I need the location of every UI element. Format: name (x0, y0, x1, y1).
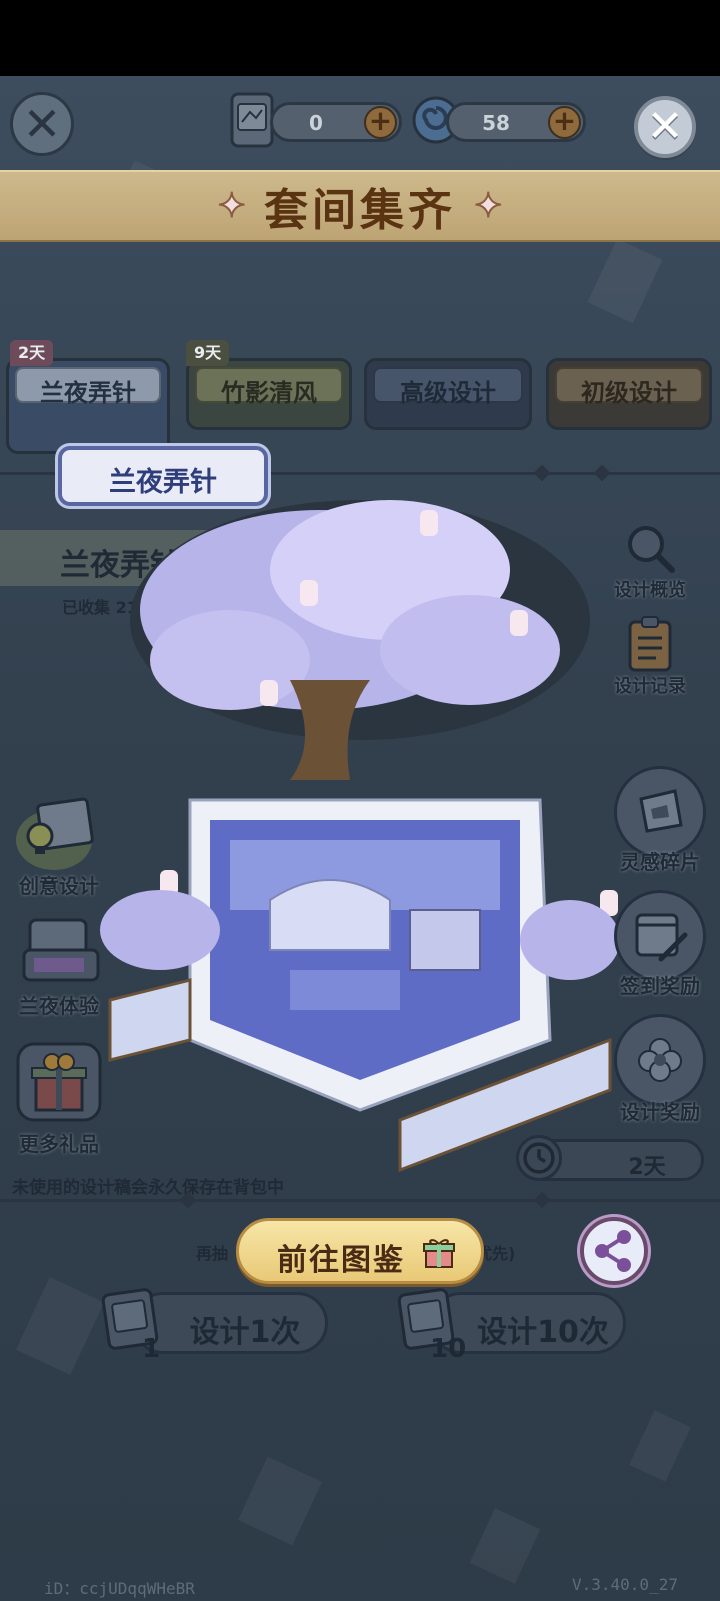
creative-design-button[interactable]: 创意设计 (14, 790, 104, 900)
tab-zhuying[interactable]: 竹影清风 (186, 358, 352, 430)
swirl-currency-count: 58 (482, 111, 510, 135)
checkin-reward-button[interactable] (614, 890, 706, 982)
close-dim-button[interactable]: ✕ (10, 92, 74, 156)
tab-label: 高级设计 (400, 379, 496, 407)
lanye-experience-button[interactable]: 兰夜体验 (14, 910, 104, 1020)
design-overview-label: 设计概览 (614, 580, 686, 601)
design-reward-label: 设计奖励 (620, 1100, 700, 1124)
design-ticket-counter: 0 + (270, 102, 402, 142)
tab-basic-design[interactable]: 初级设计 (546, 358, 712, 430)
add-ticket-button[interactable]: + (364, 106, 397, 139)
days-left-badge: 9天 (186, 340, 230, 366)
tab-label: 初级设计 (581, 379, 677, 407)
tab-lanye[interactable]: 兰夜弄针 (6, 358, 170, 454)
add-currency-button[interactable]: + (548, 106, 581, 139)
tab-advanced-design[interactable]: 高级设计 (364, 358, 532, 430)
checkin-reward-label: 签到奖励 (620, 974, 700, 998)
checkin-reward-label-wrap: 签到奖励 (620, 970, 700, 1000)
player-id: iD：ccjUDqqWHeBR (44, 1579, 195, 1598)
divider (0, 1199, 720, 1202)
scroll-icon (22, 918, 100, 982)
clock-icon (516, 1135, 562, 1181)
flower-icon (638, 1038, 682, 1082)
swirl-currency-counter: 58 + (446, 102, 586, 142)
close-icon: ✕ (646, 101, 684, 152)
design-overview-button[interactable]: 设计概览 (614, 520, 686, 610)
inspiration-fragments-label: 灵感碎片 (620, 850, 700, 874)
share-button[interactable] (580, 1217, 648, 1285)
more-gifts-button[interactable]: 更多礼品 (14, 1040, 104, 1156)
gift-icon (423, 1239, 455, 1268)
design-ticket-count: 0 (309, 111, 323, 135)
design-ten-label: 设计10次 (477, 1315, 609, 1350)
sparkle-icon: ✦ (217, 185, 247, 227)
more-gifts-label: 更多礼品 (19, 1132, 99, 1156)
complete-set-banner: ✦ 套间集齐 ✦ (0, 170, 720, 242)
design-reward-button[interactable] (614, 1014, 706, 1106)
room-illustration (100, 500, 620, 1173)
magnifier-icon (628, 526, 675, 573)
share-icon (595, 1230, 631, 1272)
close-button[interactable]: ✕ (634, 96, 696, 158)
creative-design-label: 创意设计 (19, 874, 99, 898)
design-once-label: 设计1次 (189, 1315, 301, 1350)
storage-note: 未使用的设计稿会永久保存在背包中 (12, 1178, 284, 1198)
calendar-pen-icon (635, 913, 688, 962)
fragment-icon (639, 789, 683, 833)
banner-title: 套间集齐 (264, 185, 456, 236)
status-bar (0, 0, 720, 76)
design-records-button[interactable]: 设计记录 (614, 614, 686, 704)
clipboard-icon (628, 616, 672, 672)
go-to-collection-label: 前往图鉴 (277, 1243, 405, 1278)
sparkle-icon: ✦ (473, 185, 503, 227)
go-to-collection-button[interactable]: 前往图鉴 (236, 1218, 484, 1284)
version-label: V.3.40.0_27 (572, 1575, 678, 1594)
lanye-experience-label: 兰夜体验 (19, 994, 99, 1018)
design-ten-cost: 10 (430, 1334, 467, 1364)
days-left-badge: 2天 (10, 340, 54, 366)
event-timer-days: 2天 (628, 1155, 666, 1180)
close-icon: ✕ (22, 97, 62, 151)
lightbulb-sketch-icon (16, 797, 94, 870)
design-records-label: 设计记录 (614, 676, 686, 697)
design-reward-label-wrap: 设计奖励 (620, 1096, 700, 1126)
inspiration-fragments-button[interactable] (614, 766, 706, 858)
inspiration-fragments-label-wrap: 灵感碎片 (620, 846, 700, 876)
gift-box-icon (16, 1042, 102, 1122)
tab-label: 兰夜弄针 (40, 379, 136, 407)
tab-label: 竹影清风 (221, 379, 317, 407)
redraw-hint-left: 再抽 (196, 1244, 229, 1263)
design-once-cost: 1 (142, 1334, 161, 1364)
